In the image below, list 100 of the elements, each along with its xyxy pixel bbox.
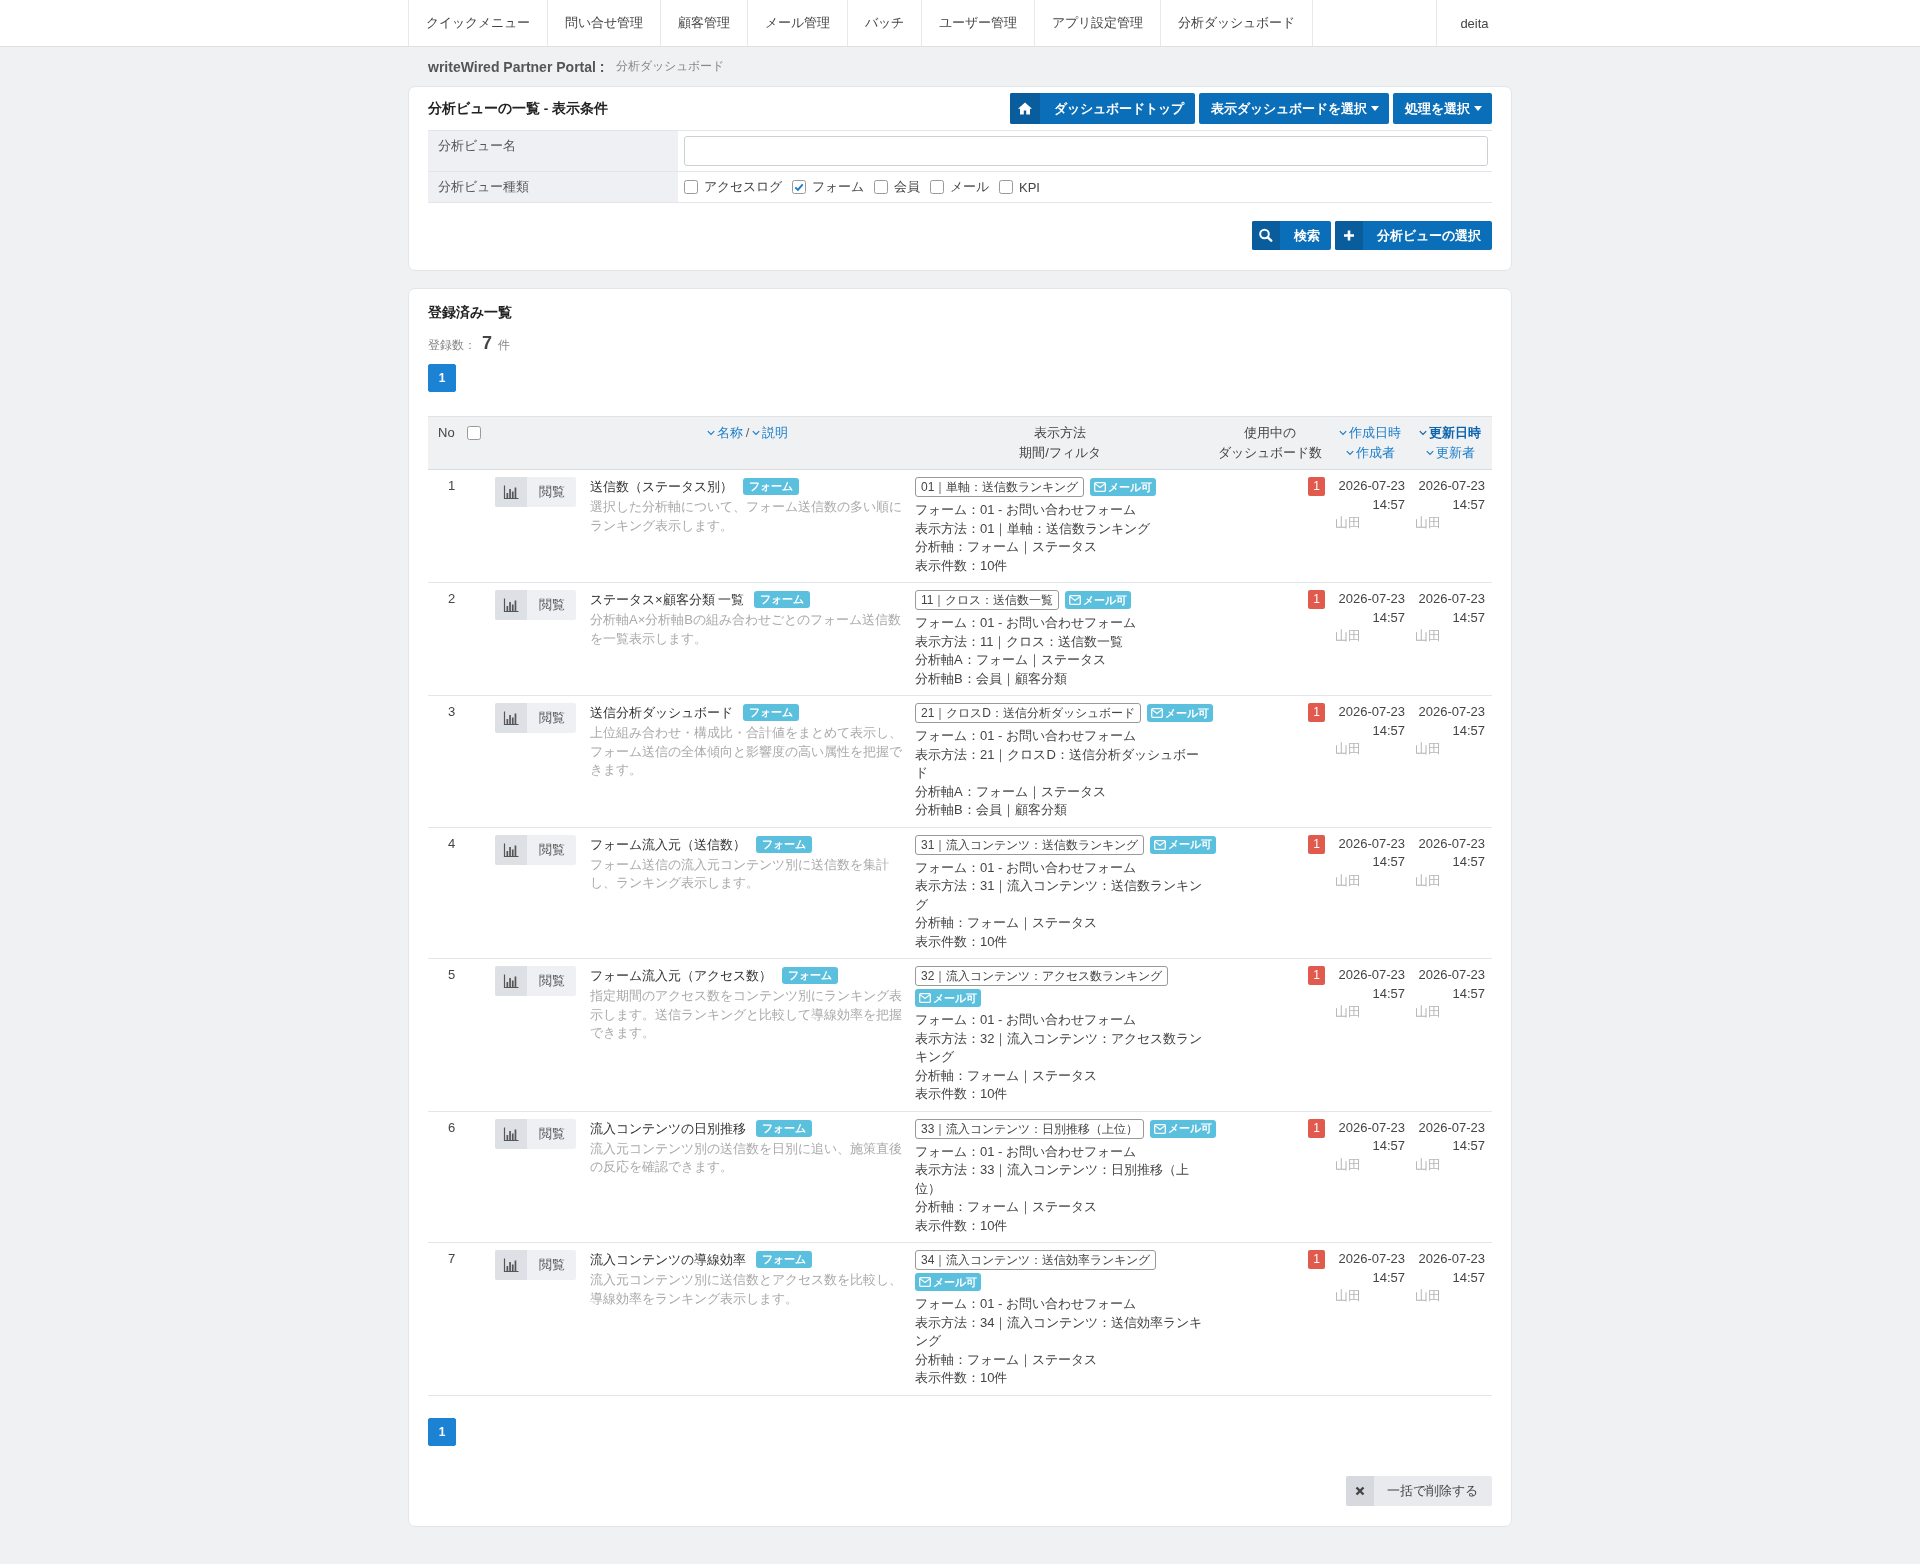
page-button[interactable]: 1	[428, 364, 456, 392]
detail-line: 表示件数：10件	[915, 1369, 1008, 1387]
view-description: 選択した分析軸について、フォーム送信数の多い順にランキング表示します。	[590, 498, 903, 535]
dashboard-count-badge: 1	[1308, 1250, 1325, 1269]
detail-line: 表示件数：10件	[915, 556, 1008, 575]
chevron-down-icon	[1345, 450, 1354, 456]
type-tag: フォーム	[756, 1119, 812, 1137]
column-header: ダッシュボード数	[1218, 444, 1322, 462]
chevron-down-icon	[1425, 450, 1434, 456]
view-button[interactable]: 閲覧	[495, 1250, 576, 1280]
method-tag: 32｜流入コンテンツ：アクセス数ランキング	[915, 966, 1169, 986]
updated-by: 山田	[1415, 1155, 1441, 1174]
view-button[interactable]: 閲覧	[495, 590, 576, 620]
dashboard-count-badge: 1	[1308, 590, 1325, 609]
checkbox-label[interactable]: KPI	[1019, 179, 1040, 195]
detail-line: 表示方法：11｜クロス：送信数一覧	[915, 632, 1124, 651]
view-name: フォーム流入元（送信数）	[590, 836, 746, 852]
view-description: 上位組み合わせ・構成比・合計値をまとめて表示し、フォーム送信の全体傾向と影響度の高い属性を把握できます。	[590, 724, 903, 779]
detail-line: 分析軸B：会員｜顧客分類	[915, 801, 1067, 820]
checkbox-label[interactable]: フォーム	[812, 178, 864, 196]
chevron-down-icon	[1339, 430, 1347, 436]
breadcrumb-page: 分析ダッシュボード	[616, 58, 725, 75]
checkbox[interactable]	[874, 180, 888, 194]
dropdown-button[interactable]: 表示ダッシュボードを選択	[1199, 93, 1389, 124]
nav-menu-item[interactable]: 問い合せ管理	[547, 0, 660, 46]
checkbox-label[interactable]: メール	[950, 178, 989, 196]
detail-line: フォーム：01 - お問い合わせフォーム	[915, 1011, 1136, 1029]
nav-menu-item[interactable]: 顧客管理	[660, 0, 747, 46]
created-by: 山田	[1335, 1287, 1361, 1305]
detail-line: 分析軸：フォーム｜ステータス	[915, 1198, 1097, 1217]
mail-badge-label: メール可	[1165, 705, 1209, 721]
created-datetime: 2026-07-23 14:57	[1337, 1118, 1405, 1155]
dashboard-count-badge: 1	[1308, 703, 1325, 722]
view-name: 送信数（ステータス別）	[590, 479, 733, 494]
view-description: 指定期間のアクセス数をコンテンツ別にランキング表示します。送信ランキングと比較して導線効率を把握できます。	[590, 987, 903, 1042]
sort-link[interactable]: 更新者	[1425, 443, 1475, 463]
nav-menu-item[interactable]: バッチ	[847, 0, 921, 46]
view-button[interactable]: 閲覧	[495, 1118, 576, 1149]
detail-line: 分析軸：フォーム｜ステータス	[915, 1066, 1097, 1085]
sort-link[interactable]: 名称	[706, 423, 743, 443]
nav-menu-item[interactable]: 分析ダッシュボード	[1160, 0, 1312, 46]
page-button[interactable]: 1	[428, 1417, 456, 1446]
sort-link[interactable]: 作成者	[1345, 443, 1395, 463]
detail-line: 表示件数：10件	[915, 932, 1008, 951]
updated-datetime: 2026-07-23 14:57	[1417, 1250, 1485, 1287]
detail-line: フォーム：01 - お問い合わせフォーム	[915, 1295, 1136, 1313]
select-view-button[interactable]: 分析ビューの選択	[1335, 221, 1492, 250]
breadcrumb-site-title: writeWired Partner Portal :	[428, 58, 605, 75]
mail-badge-label: メール可	[1168, 1121, 1213, 1136]
mail-badge-label: メール可	[1083, 592, 1128, 608]
detail-line: フォーム：01 - お問い合わせフォーム	[915, 501, 1136, 519]
type-tag: フォーム	[743, 704, 799, 721]
dropdown-button[interactable]: 処理を選択	[1393, 93, 1492, 124]
updated-by: 山田	[1415, 514, 1441, 532]
select-all-checkbox[interactable]	[466, 426, 481, 440]
updated-datetime: 2026-07-23 14:57	[1417, 703, 1485, 740]
sort-link[interactable]: 説明	[752, 423, 789, 443]
column-header: 期間/フィルタ	[1019, 444, 1101, 462]
view-button[interactable]: 閲覧	[495, 966, 576, 996]
checkbox[interactable]	[684, 180, 698, 194]
view-name: フォーム流入元（アクセス数）	[590, 968, 772, 983]
checkbox-label[interactable]: 会員	[894, 178, 920, 196]
detail-line: フォーム：01 - お問い合わせフォーム	[915, 1142, 1136, 1161]
checkbox[interactable]	[792, 180, 806, 194]
user-menu[interactable]: deita	[1436, 0, 1512, 46]
dashboard-top-button[interactable]: ダッシュボードトップ	[1010, 93, 1195, 124]
field-label: 分析ビュー名	[428, 131, 678, 171]
created-datetime: 2026-07-23 14:57	[1337, 477, 1405, 514]
sort-link[interactable]: 更新日時	[1419, 423, 1481, 443]
created-by: 山田	[1335, 1155, 1361, 1174]
nav-menu-item[interactable]: ユーザー管理	[921, 0, 1034, 46]
method-tag: 31｜流入コンテンツ：送信数ランキング	[915, 834, 1145, 855]
bar-chart-icon	[495, 477, 527, 507]
checkbox[interactable]	[930, 180, 944, 194]
type-tag: フォーム	[743, 478, 799, 495]
count-label: 登録数：	[428, 337, 476, 354]
row-number: 7	[448, 1251, 456, 1266]
search-icon	[1252, 221, 1280, 250]
envelope-icon	[1154, 839, 1167, 850]
checkbox-label[interactable]: アクセスログ	[704, 178, 782, 196]
detail-line: 分析軸A：フォーム｜ステータス	[915, 782, 1106, 801]
detail-line: 分析軸：フォーム｜ステータス	[915, 538, 1097, 557]
view-button[interactable]: 閲覧	[495, 703, 576, 733]
sort-link[interactable]: 作成日時	[1339, 423, 1401, 443]
updated-datetime: 2026-07-23 14:57	[1417, 477, 1485, 514]
close-icon	[1346, 1475, 1374, 1506]
nav-menu-item[interactable]: クイックメニュー	[408, 0, 547, 46]
view-name-input[interactable]	[684, 136, 1488, 166]
view-button[interactable]: 閲覧	[495, 834, 576, 865]
bulk-delete-button[interactable]: 一括で削除する	[1346, 1475, 1492, 1506]
checkbox[interactable]	[999, 180, 1013, 194]
nav-menu-item[interactable]: メール管理	[747, 0, 847, 46]
method-tag: 34｜流入コンテンツ：送信効率ランキング	[915, 1250, 1157, 1270]
created-by: 山田	[1335, 1003, 1361, 1021]
method-tag: 01｜単軸：送信数ランキング	[915, 477, 1085, 497]
view-button[interactable]: 閲覧	[495, 477, 576, 507]
nav-menu-item[interactable]: アプリ設定管理	[1034, 0, 1160, 46]
bar-chart-icon	[495, 703, 527, 733]
search-button[interactable]: 検索	[1252, 221, 1331, 250]
panel-title: 分析ビューの一覧 - 表示条件	[428, 99, 608, 118]
